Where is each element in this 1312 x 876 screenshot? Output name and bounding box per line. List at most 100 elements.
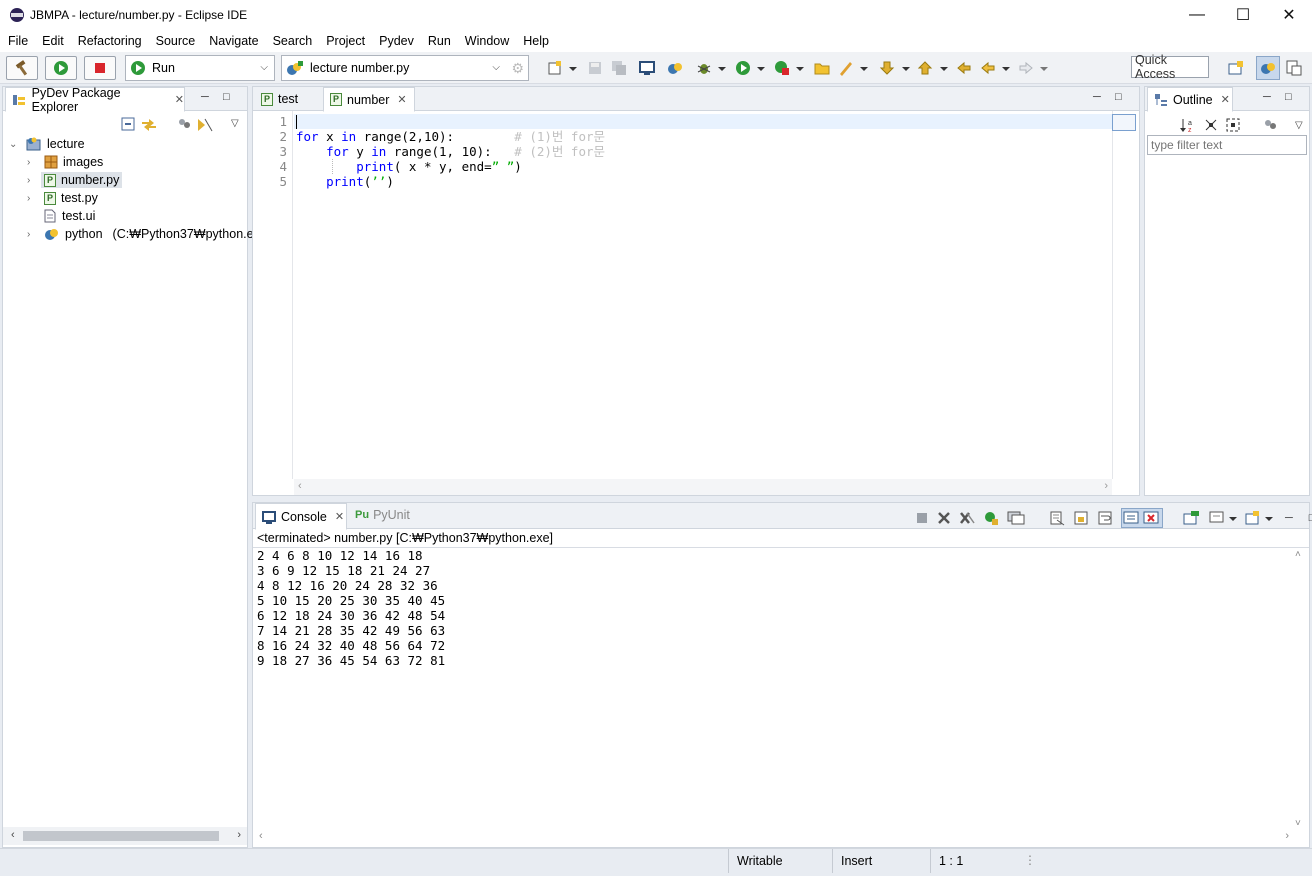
console-view-button[interactable] bbox=[638, 56, 656, 80]
maximize-button[interactable]: ☐ bbox=[1220, 0, 1266, 30]
run-dropdown-button[interactable] bbox=[733, 56, 767, 80]
chevron-right-icon[interactable]: › bbox=[27, 229, 39, 240]
tab-outline[interactable]: Outline ✕ bbox=[1147, 87, 1233, 112]
word-wrap-icon[interactable] bbox=[1097, 510, 1113, 526]
relaunch-icon[interactable] bbox=[983, 510, 999, 526]
launch-target-combo[interactable]: lecture number.py ⌵ ⚙ bbox=[281, 55, 529, 81]
minimize-button[interactable]: — bbox=[1174, 0, 1220, 30]
maximize-view-button[interactable]: □ bbox=[1285, 91, 1292, 103]
close-icon[interactable]: ✕ bbox=[1221, 93, 1230, 106]
close-icon[interactable]: ✕ bbox=[175, 93, 184, 106]
back-button[interactable] bbox=[978, 56, 1012, 80]
pydev-perspective-button[interactable] bbox=[1256, 56, 1280, 80]
maximize-view-button[interactable]: □ bbox=[223, 91, 230, 103]
tab-number[interactable]: P number ✕ bbox=[323, 87, 415, 112]
show-on-output-icon[interactable] bbox=[1123, 510, 1141, 526]
menu-navigate[interactable]: Navigate bbox=[201, 34, 264, 48]
filter-icon[interactable] bbox=[1263, 118, 1277, 132]
scroll-left-icon[interactable]: ‹ bbox=[298, 480, 302, 492]
debug-button[interactable] bbox=[694, 56, 728, 80]
sort-az-icon[interactable]: az bbox=[1179, 117, 1197, 133]
scroll-up-icon[interactable]: ˄ bbox=[1295, 549, 1301, 560]
filter-icon[interactable] bbox=[177, 117, 191, 131]
python-console-button[interactable] bbox=[664, 56, 686, 80]
menu-file[interactable]: File bbox=[0, 34, 34, 48]
focus-icon[interactable] bbox=[197, 117, 213, 133]
menu-search[interactable]: Search bbox=[265, 34, 319, 48]
scroll-right-icon[interactable]: › bbox=[237, 829, 241, 841]
explorer-horizontal-scrollbar[interactable]: ‹ › bbox=[3, 827, 247, 845]
tree-item-interpreter[interactable]: › python (C:₩Python37₩python.ex bbox=[27, 225, 260, 243]
console-horizontal-scrollbar[interactable]: ‹ › bbox=[253, 829, 1293, 845]
chevron-right-icon[interactable]: › bbox=[27, 175, 39, 186]
collapse-all-icon[interactable] bbox=[121, 117, 135, 131]
minimize-view-button[interactable]: ─ bbox=[1285, 512, 1293, 524]
tab-test[interactable]: P test bbox=[255, 87, 321, 111]
link-with-editor-icon[interactable] bbox=[141, 117, 157, 133]
menu-help[interactable]: Help bbox=[515, 34, 555, 48]
clear-console-icon[interactable] bbox=[1049, 510, 1065, 526]
overview-ruler-marker[interactable] bbox=[1112, 114, 1136, 131]
open-perspective-button[interactable] bbox=[1226, 56, 1246, 80]
console-stack-icon[interactable] bbox=[1007, 511, 1025, 525]
gear-icon[interactable]: ⚙ bbox=[511, 60, 524, 77]
scroll-thumb[interactable] bbox=[23, 831, 219, 841]
new-button[interactable] bbox=[542, 56, 582, 80]
menu-edit[interactable]: Edit bbox=[34, 34, 70, 48]
build-hammer-button[interactable] bbox=[6, 56, 38, 80]
display-console-icon[interactable] bbox=[1209, 510, 1237, 526]
tree-item-images[interactable]: › images bbox=[27, 153, 103, 171]
tree-item-test-py[interactable]: › P test.py bbox=[27, 189, 98, 207]
outline-filter-input[interactable] bbox=[1147, 135, 1307, 155]
coverage-button[interactable] bbox=[772, 56, 806, 80]
open-console-icon[interactable] bbox=[1245, 510, 1273, 526]
save-all-button[interactable] bbox=[610, 56, 628, 80]
external-tools-button[interactable] bbox=[836, 56, 870, 80]
editor-horizontal-scrollbar[interactable]: ‹ › bbox=[294, 479, 1112, 495]
close-icon[interactable]: ✕ bbox=[335, 510, 344, 523]
scroll-right-icon[interactable]: › bbox=[1285, 830, 1289, 842]
menu-run[interactable]: Run bbox=[420, 34, 457, 48]
chevron-down-icon[interactable]: ⌄ bbox=[9, 139, 21, 150]
minimize-view-button[interactable]: ─ bbox=[201, 91, 209, 103]
menu-refactoring[interactable]: Refactoring bbox=[70, 34, 148, 48]
view-menu-icon[interactable]: ▽ bbox=[1295, 120, 1303, 131]
scroll-left-icon[interactable]: ‹ bbox=[11, 829, 15, 841]
tab-pyunit[interactable]: Pu PyUnit bbox=[349, 503, 419, 527]
debug-perspective-button[interactable] bbox=[1284, 56, 1304, 80]
scroll-right-icon[interactable]: › bbox=[1104, 480, 1108, 492]
forward-button[interactable] bbox=[1016, 56, 1050, 80]
minimize-view-button[interactable]: ─ bbox=[1093, 91, 1101, 103]
console-output[interactable]: 2 4 6 8 10 12 14 16 18 3 6 9 12 15 18 21 … bbox=[257, 548, 445, 668]
menu-project[interactable]: Project bbox=[318, 34, 371, 48]
tree-item-number-py[interactable]: › P number.py bbox=[27, 171, 123, 189]
next-annotation-button[interactable] bbox=[878, 56, 912, 80]
close-window-button[interactable]: ✕ bbox=[1266, 0, 1312, 30]
collapse-icon[interactable] bbox=[1203, 117, 1219, 133]
quick-access-field[interactable]: Quick Access bbox=[1131, 53, 1209, 81]
tree-item-project[interactable]: ⌄ lecture bbox=[9, 135, 85, 153]
minimize-view-button[interactable]: ─ bbox=[1263, 91, 1271, 103]
expand-icon[interactable] bbox=[1225, 117, 1241, 133]
chevron-right-icon[interactable]: › bbox=[27, 157, 39, 168]
terminate-button[interactable] bbox=[84, 56, 116, 80]
code-area[interactable]: ​for x in range(2,10): # (1)번 for문 for y… bbox=[296, 114, 605, 189]
pin-console-icon[interactable] bbox=[1183, 510, 1201, 526]
menu-pydev[interactable]: Pydev bbox=[371, 34, 420, 48]
scroll-left-icon[interactable]: ‹ bbox=[259, 830, 263, 842]
remove-all-icon[interactable] bbox=[959, 511, 975, 525]
previous-annotation-button[interactable] bbox=[916, 56, 950, 80]
open-folder-button[interactable] bbox=[812, 56, 832, 80]
menu-source[interactable]: Source bbox=[148, 34, 202, 48]
save-button[interactable] bbox=[586, 56, 604, 80]
chevron-right-icon[interactable]: › bbox=[27, 193, 39, 204]
run-config-combo[interactable]: Run ⌵ bbox=[125, 55, 275, 81]
scroll-lock-icon[interactable] bbox=[1073, 510, 1089, 526]
remove-launch-icon[interactable] bbox=[937, 511, 951, 525]
terminate-icon[interactable] bbox=[915, 511, 929, 525]
tab-console[interactable]: Console ✕ bbox=[255, 503, 347, 530]
last-edit-button[interactable] bbox=[954, 56, 974, 80]
run-button[interactable] bbox=[45, 56, 77, 80]
tab-package-explorer[interactable]: PyDev Package Explorer ✕ bbox=[5, 86, 185, 114]
scroll-down-icon[interactable]: ˅ bbox=[1295, 818, 1301, 829]
